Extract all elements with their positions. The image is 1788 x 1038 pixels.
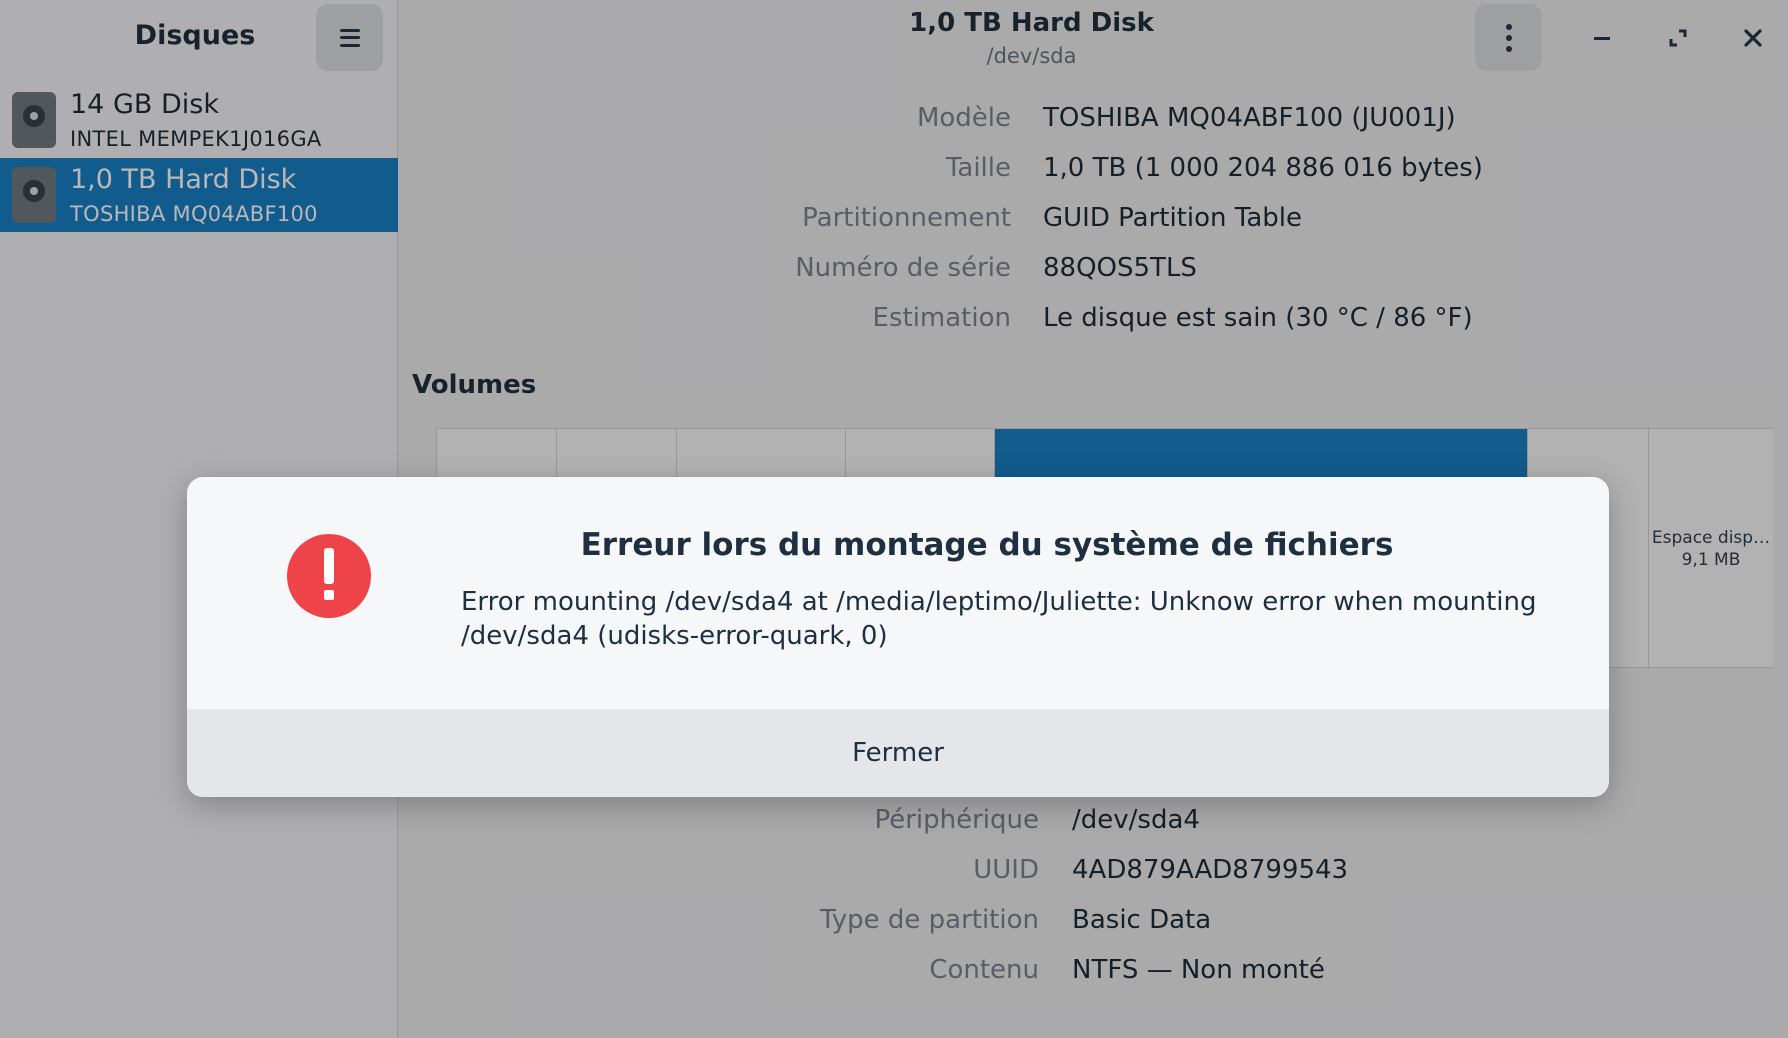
dialog-title: Erreur lors du montage du système de fic…: [580, 527, 1394, 563]
error-dialog: Erreur lors du montage du système de fic…: [187, 477, 1609, 797]
dialog-message: Error mounting /dev/sda4 at /media/lepti…: [461, 587, 1537, 651]
error-icon: [287, 534, 371, 618]
close-dialog-button[interactable]: Fermer: [187, 709, 1609, 797]
